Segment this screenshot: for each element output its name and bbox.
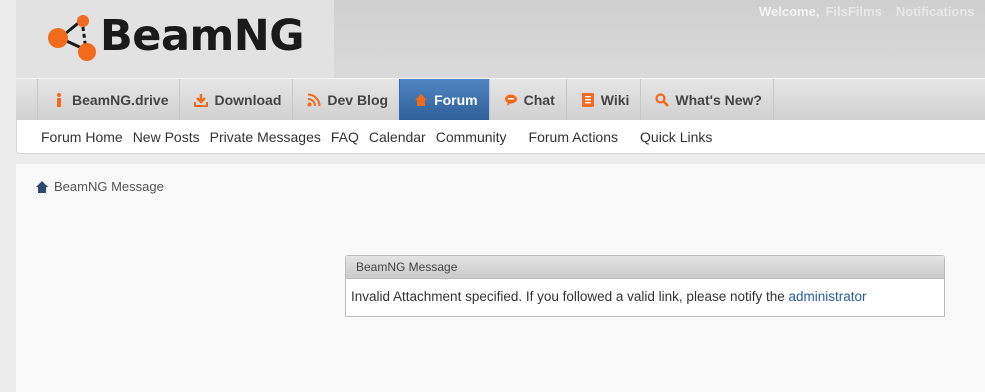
logo-text: BeamNG xyxy=(100,11,305,61)
tab-beamng-drive[interactable]: BeamNG.drive xyxy=(37,79,179,121)
main-content: BeamNG Message BeamNG Message Invalid At… xyxy=(16,164,985,392)
logo[interactable]: BeamNG xyxy=(16,0,334,78)
chat-icon xyxy=(504,93,518,107)
tab-wiki[interactable]: Wiki xyxy=(565,79,641,121)
subnav-new-posts[interactable]: New Posts xyxy=(133,129,200,145)
tab-label: What's New? xyxy=(675,92,762,108)
notifications-link[interactable]: Notifications xyxy=(896,4,975,19)
tab-label: Download xyxy=(214,92,282,108)
subnav-private-messages[interactable]: Private Messages xyxy=(210,129,321,145)
beamng-logo-icon xyxy=(48,15,96,61)
rss-icon xyxy=(307,93,321,107)
book-icon xyxy=(581,93,595,107)
message-text: Invalid Attachment specified. If you fol… xyxy=(351,289,785,304)
home-icon xyxy=(414,93,428,107)
subnav-forum-actions[interactable]: Forum Actions xyxy=(529,129,618,145)
subnav-community[interactable]: Community xyxy=(436,129,507,145)
info-icon xyxy=(52,93,66,107)
breadcrumb: BeamNG Message xyxy=(36,179,164,194)
download-icon xyxy=(194,93,209,107)
message-body: Invalid Attachment specified. If you fol… xyxy=(346,279,944,304)
tab-dev-blog[interactable]: Dev Blog xyxy=(292,79,399,121)
tab-label: Dev Blog xyxy=(327,92,389,108)
tab-label: Chat xyxy=(523,92,555,108)
tab-label: Wiki xyxy=(600,92,630,108)
main-nav: BeamNG.drive Download Dev Blog Forum Cha… xyxy=(16,78,985,121)
administrator-link[interactable]: administrator xyxy=(789,289,867,304)
tab-forum[interactable]: Forum xyxy=(399,79,489,121)
message-box: BeamNG Message Invalid Attachment specif… xyxy=(345,255,945,317)
username-link[interactable]: FilsFilms xyxy=(825,4,881,19)
message-title: BeamNG Message xyxy=(346,256,944,279)
tab-label: BeamNG.drive xyxy=(72,92,169,108)
tab-label: Forum xyxy=(434,92,478,108)
home-icon[interactable] xyxy=(36,180,48,193)
subnav-calendar[interactable]: Calendar xyxy=(369,129,426,145)
tab-chat[interactable]: Chat xyxy=(488,79,566,121)
welcome-label: Welcome, xyxy=(759,4,820,19)
breadcrumb-label: BeamNG Message xyxy=(54,179,164,194)
tab-whats-new[interactable]: What's New? xyxy=(640,79,774,121)
sub-nav: Forum Home New Posts Private Messages FA… xyxy=(16,120,985,154)
search-icon xyxy=(655,93,670,107)
welcome-bar: Welcome, FilsFilms Notifications xyxy=(759,4,975,19)
subnav-faq[interactable]: FAQ xyxy=(331,129,359,145)
subnav-quick-links[interactable]: Quick Links xyxy=(640,129,712,145)
tab-download[interactable]: Download xyxy=(179,79,292,121)
subnav-forum-home[interactable]: Forum Home xyxy=(41,129,123,145)
